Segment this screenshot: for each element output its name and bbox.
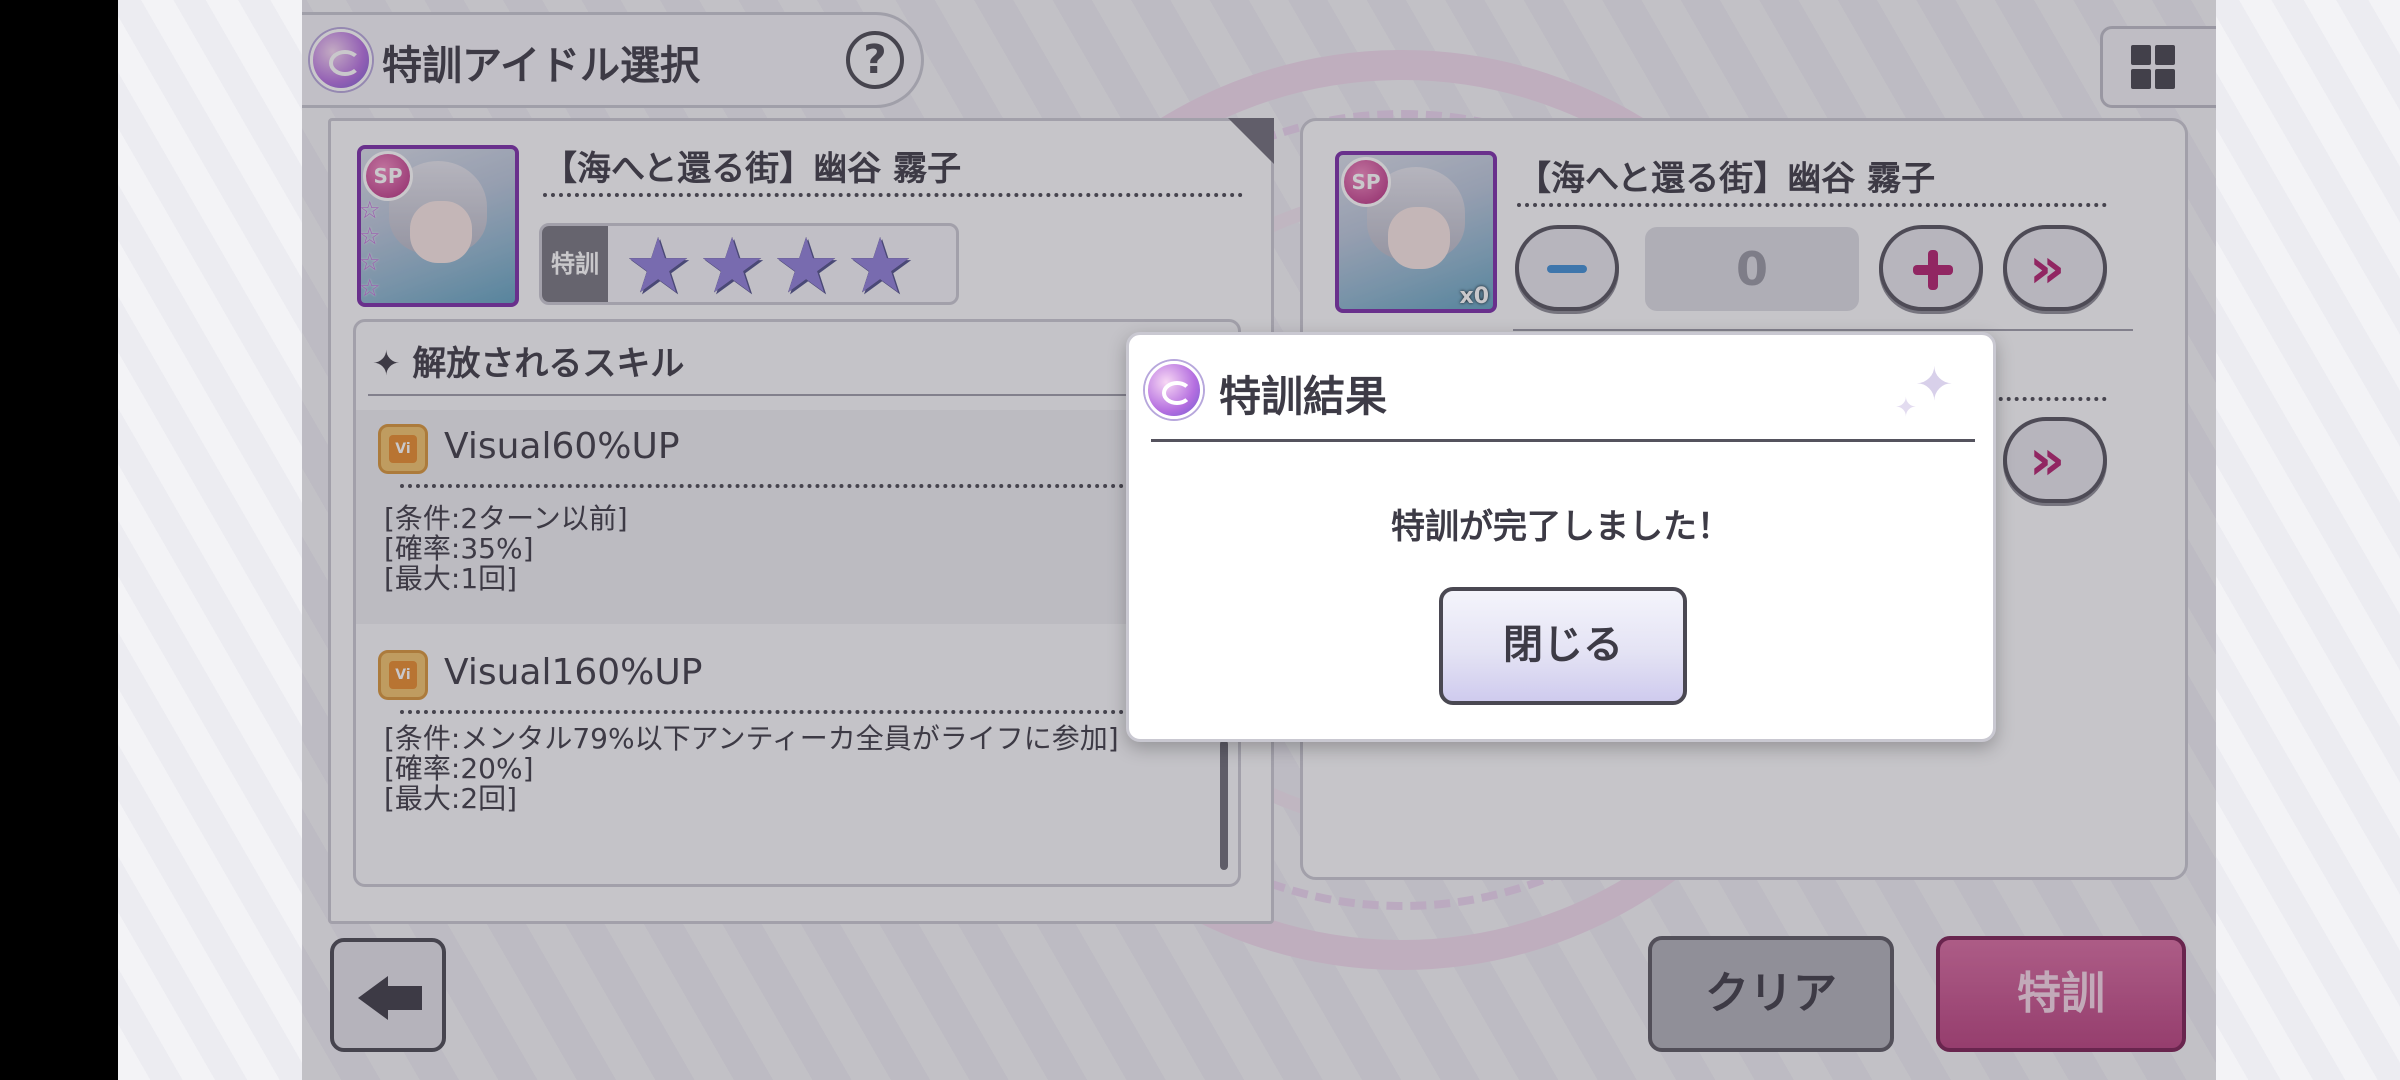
right-side-background [2216,0,2400,1080]
left-side-background [118,0,302,1080]
training-result-dialog: 特訓結果 ✦ ✦ 特訓が完了しました！ 閉じる [1126,332,1996,742]
sparkle-icon: ✦ [1915,357,1954,411]
game-screen: 特訓アイドル選択 ? SP ☆ ☆ ☆ ☆ 【海へと還る街】幽谷 霧子 特訓 ★… [302,0,2216,1080]
training-emblem-icon [1145,361,1203,419]
dialog-message: 特訓が完了しました！ [1391,507,1731,547]
left-black-bar [0,0,118,1080]
close-button[interactable]: 閉じる [1439,587,1687,705]
sparkle-icon: ✦ [1895,393,1917,423]
divider [1151,439,1975,442]
dialog-title: 特訓結果 [1219,372,1388,421]
